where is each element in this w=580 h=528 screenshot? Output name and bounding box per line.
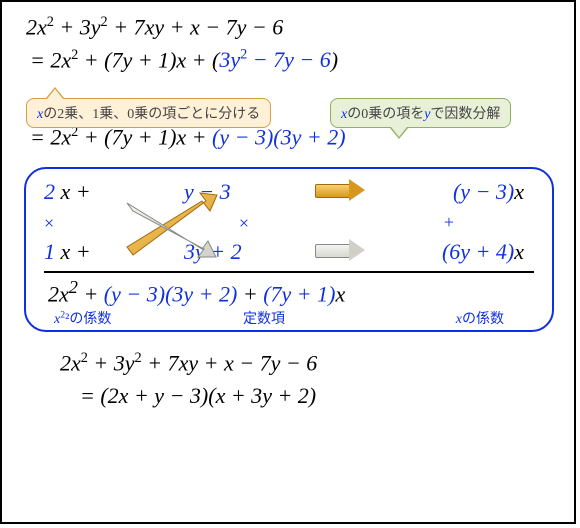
label-x2-coef: x2²の係数 — [44, 308, 164, 328]
tasuki-grid: 2 x + y − 3 (y − 3)x × × + — [44, 179, 534, 265]
label-x-coef: xの係数 — [364, 308, 534, 328]
tasuki-times-left: × — [44, 209, 124, 235]
orig-expression: 2x2 + 3y2 + 7xy + x − 7y − 6 — [26, 12, 560, 43]
grouped-expression: = 2x2 + (7y + 1)x + (3y2 − 7y − 6) — [30, 45, 560, 76]
final-factored: = (2x + y − 3)(x + 3y + 2) — [80, 381, 560, 412]
tasuki-r1-arrow — [304, 179, 374, 205]
arrow-right-grey-icon — [315, 241, 363, 259]
callout-split-by-power: xの2乗、1乗、0乗の項ごとに分ける — [26, 98, 271, 128]
tasuki-times-mid: × — [184, 209, 304, 235]
worksheet-frame: 2x2 + 3y2 + 7xy + x − 7y − 6 = 2x2 + (7y… — [0, 0, 576, 524]
tasuki-r2-lead: 1 x + — [44, 239, 124, 265]
tasuki-r2-const: 3y + 2 — [184, 239, 304, 265]
tasuki-sum: 2x2 + (y − 3)(3y + 2) + (7y + 1)x — [48, 277, 534, 307]
tasuki-rule — [44, 271, 534, 273]
tasuki-plus: + — [374, 212, 524, 233]
tasuki-r1-lead: 2 x + — [44, 179, 124, 205]
tasuki-r2-arrow — [304, 239, 374, 265]
tasuki-r1-const: y − 3 — [184, 179, 304, 205]
tasuki-r1-prod: (y − 3)x — [374, 179, 524, 205]
tasuki-r2-prod: (6y + 4)x — [374, 239, 524, 265]
final-original: 2x2 + 3y2 + 7xy + x − 7y − 6 — [60, 348, 560, 379]
callout-factor-constant: xの0乗の項をyで因数分解 — [330, 98, 511, 128]
tasuki-col-labels: x2²の係数 定数項 xの係数 — [44, 308, 534, 328]
label-const-term: 定数項 — [164, 308, 364, 328]
tasuki-box: 2 x + y − 3 (y − 3)x × × + — [24, 167, 554, 331]
arrow-right-gold-icon — [315, 181, 363, 199]
